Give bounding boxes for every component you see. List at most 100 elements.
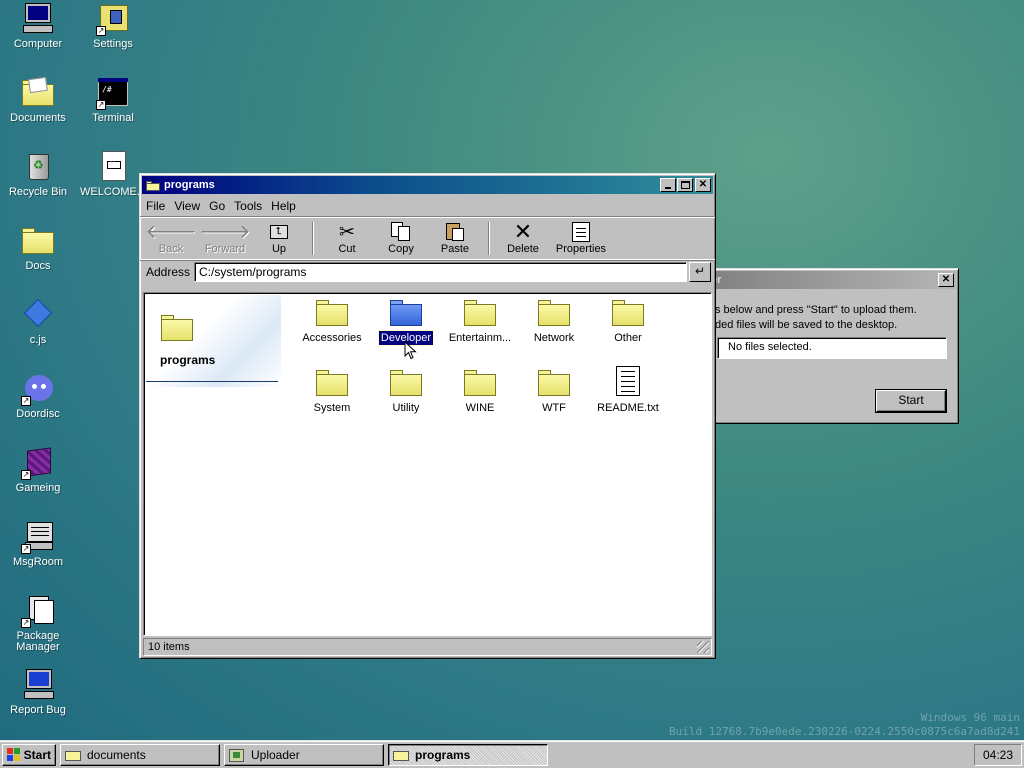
mouse-cursor-icon xyxy=(404,341,417,360)
explorer-title: programs xyxy=(164,179,215,191)
desktop-icon-msgroom[interactable]: ↗ MsgRoom xyxy=(2,520,74,568)
file-item-wtf[interactable]: WTF xyxy=(517,366,591,414)
welcome-document-icon: M↓ xyxy=(96,150,130,184)
file-item-network[interactable]: Network xyxy=(517,296,591,344)
file-item-utility[interactable]: Utility xyxy=(369,366,443,414)
recycle-bin-icon: ♻ xyxy=(21,150,55,184)
desktop-icon-computer[interactable]: Computer xyxy=(2,2,74,50)
folder-icon xyxy=(389,296,423,326)
task-documents[interactable]: documents xyxy=(60,743,220,766)
close-button[interactable]: ✕ xyxy=(695,178,711,192)
copy-button[interactable]: Copy xyxy=(374,220,428,259)
desktop-icon-cjs[interactable]: c.js xyxy=(2,298,74,346)
address-label: Address xyxy=(146,265,191,279)
start-button[interactable]: Start xyxy=(2,743,56,766)
file-view[interactable]: programs Accessories Developer Entertain… xyxy=(143,292,712,636)
file-item-system[interactable]: System xyxy=(295,366,369,414)
item-count: 10 items xyxy=(148,641,190,653)
desktop-icon-recycle-bin[interactable]: ♻ Recycle Bin xyxy=(2,150,74,198)
folder-icon xyxy=(315,296,349,326)
desktop-icon-doordisc[interactable]: ↗ Doordisc xyxy=(2,372,74,420)
menu-view[interactable]: View xyxy=(174,199,200,213)
desktop-icon-report-bug[interactable]: Report Bug xyxy=(2,668,74,716)
task-programs[interactable]: programs xyxy=(388,743,548,766)
desktop-icon-gameing[interactable]: ↗ Gameing xyxy=(2,446,74,494)
forward-button[interactable]: 🡒 Forward xyxy=(198,220,252,259)
explorer-window[interactable]: programs ✕ File View Go Tools Help 🡐 Bac… xyxy=(139,173,716,659)
diamond-icon xyxy=(21,298,55,332)
minimize-button[interactable] xyxy=(660,178,676,192)
resize-grip-icon[interactable] xyxy=(697,641,709,653)
cut-button[interactable]: ✂ Cut xyxy=(320,220,374,259)
address-input[interactable]: C:/system/programs xyxy=(194,262,687,282)
side-panel-divider xyxy=(146,381,278,382)
toolbar-separator xyxy=(312,222,314,255)
file-item-readme[interactable]: README.txt xyxy=(591,366,665,414)
arrow-right-icon: 🡒 xyxy=(199,222,251,243)
uploader-file-field[interactable]: No files selected. xyxy=(717,337,947,359)
folder-icon xyxy=(389,366,423,396)
package-icon: ↗ xyxy=(21,594,55,628)
uploader-close-button[interactable]: ✕ xyxy=(938,273,954,287)
desktop-icon-settings[interactable]: ↗ Settings xyxy=(77,2,149,50)
status-bar: 10 items xyxy=(143,638,712,656)
scissors-icon: ✂ xyxy=(339,221,355,243)
file-item-wine[interactable]: WINE xyxy=(443,366,517,414)
monitor-bug-icon xyxy=(21,668,55,702)
folder-icon xyxy=(537,296,571,326)
side-panel: programs xyxy=(146,295,281,387)
address-bar: Address C:/system/programs ↵ xyxy=(140,260,715,284)
computer-icon xyxy=(21,2,55,36)
documents-folder-icon xyxy=(21,76,55,110)
folder-up-icon: ⮤ xyxy=(252,221,306,243)
explorer-titlebar[interactable]: programs ✕ xyxy=(142,176,713,194)
chat-icon: ↗ xyxy=(21,520,55,554)
cube-icon: ↗ xyxy=(21,446,55,480)
toolbar-separator xyxy=(488,222,490,255)
uploader-instructions: s below and press "Start" to upload them… xyxy=(715,303,917,333)
build-watermark: Windows 96 main xyxy=(920,711,1020,724)
folder-icon xyxy=(463,296,497,326)
folder-icon xyxy=(160,311,194,341)
maximize-button[interactable] xyxy=(677,178,693,192)
folder-icon xyxy=(315,366,349,396)
uploader-line2: ded files will be saved to the desktop. xyxy=(715,319,898,331)
x-delete-icon: ✕ xyxy=(513,219,533,244)
uploader-file-text: No files selected. xyxy=(728,341,812,353)
build-watermark-build: Build 12768.7b9e0ede.230226-0224.2550c08… xyxy=(669,725,1020,738)
toolbar: 🡐 Back 🡒 Forward ⮤ Up ✂ Cut Copy Paste ✕… xyxy=(140,216,715,260)
menu-bar: File View Go Tools Help xyxy=(140,196,715,216)
file-item-accessories[interactable]: Accessories xyxy=(295,296,369,344)
desktop-icon-docs[interactable]: Docs xyxy=(2,224,74,272)
text-file-icon xyxy=(611,366,645,396)
folder-open-icon xyxy=(393,748,409,762)
menu-tools[interactable]: Tools xyxy=(234,199,262,213)
menu-go[interactable]: Go xyxy=(209,199,225,213)
address-go-button[interactable]: ↵ xyxy=(689,262,711,282)
desktop-icon-documents[interactable]: Documents xyxy=(2,76,74,124)
discord-icon: ↗ xyxy=(21,372,55,406)
paste-button[interactable]: Paste xyxy=(428,220,482,259)
task-uploader[interactable]: Uploader xyxy=(224,743,384,766)
menu-help[interactable]: Help xyxy=(271,199,296,213)
arrow-left-icon: 🡐 xyxy=(145,222,197,243)
file-item-other[interactable]: Other xyxy=(591,296,665,344)
copy-icon xyxy=(374,221,428,243)
menu-file[interactable]: File xyxy=(146,199,165,213)
properties-button[interactable]: Properties xyxy=(550,220,612,259)
file-item-developer[interactable]: Developer xyxy=(369,296,443,346)
clock[interactable]: 04:23 xyxy=(974,744,1022,766)
desktop-icon-package-manager[interactable]: ↗ Package Manager xyxy=(2,594,74,653)
uploader-line1: s below and press "Start" to upload them… xyxy=(715,304,917,316)
back-button[interactable]: 🡐 Back xyxy=(144,220,198,259)
desktop-icon-terminal[interactable]: /# ↗ Terminal xyxy=(77,76,149,124)
delete-button[interactable]: ✕ Delete xyxy=(496,219,550,259)
up-button[interactable]: ⮤ Up xyxy=(252,220,306,259)
uploader-titlebar[interactable]: er ✕ xyxy=(703,271,956,289)
file-item-entertainment[interactable]: Entertainm... xyxy=(443,296,517,344)
folder-icon xyxy=(611,296,645,326)
folder-open-icon xyxy=(146,180,160,191)
folder-icon xyxy=(537,366,571,396)
uploader-window[interactable]: er ✕ s below and press "Start" to upload… xyxy=(700,268,959,424)
uploader-start-button[interactable]: Start xyxy=(876,390,946,412)
